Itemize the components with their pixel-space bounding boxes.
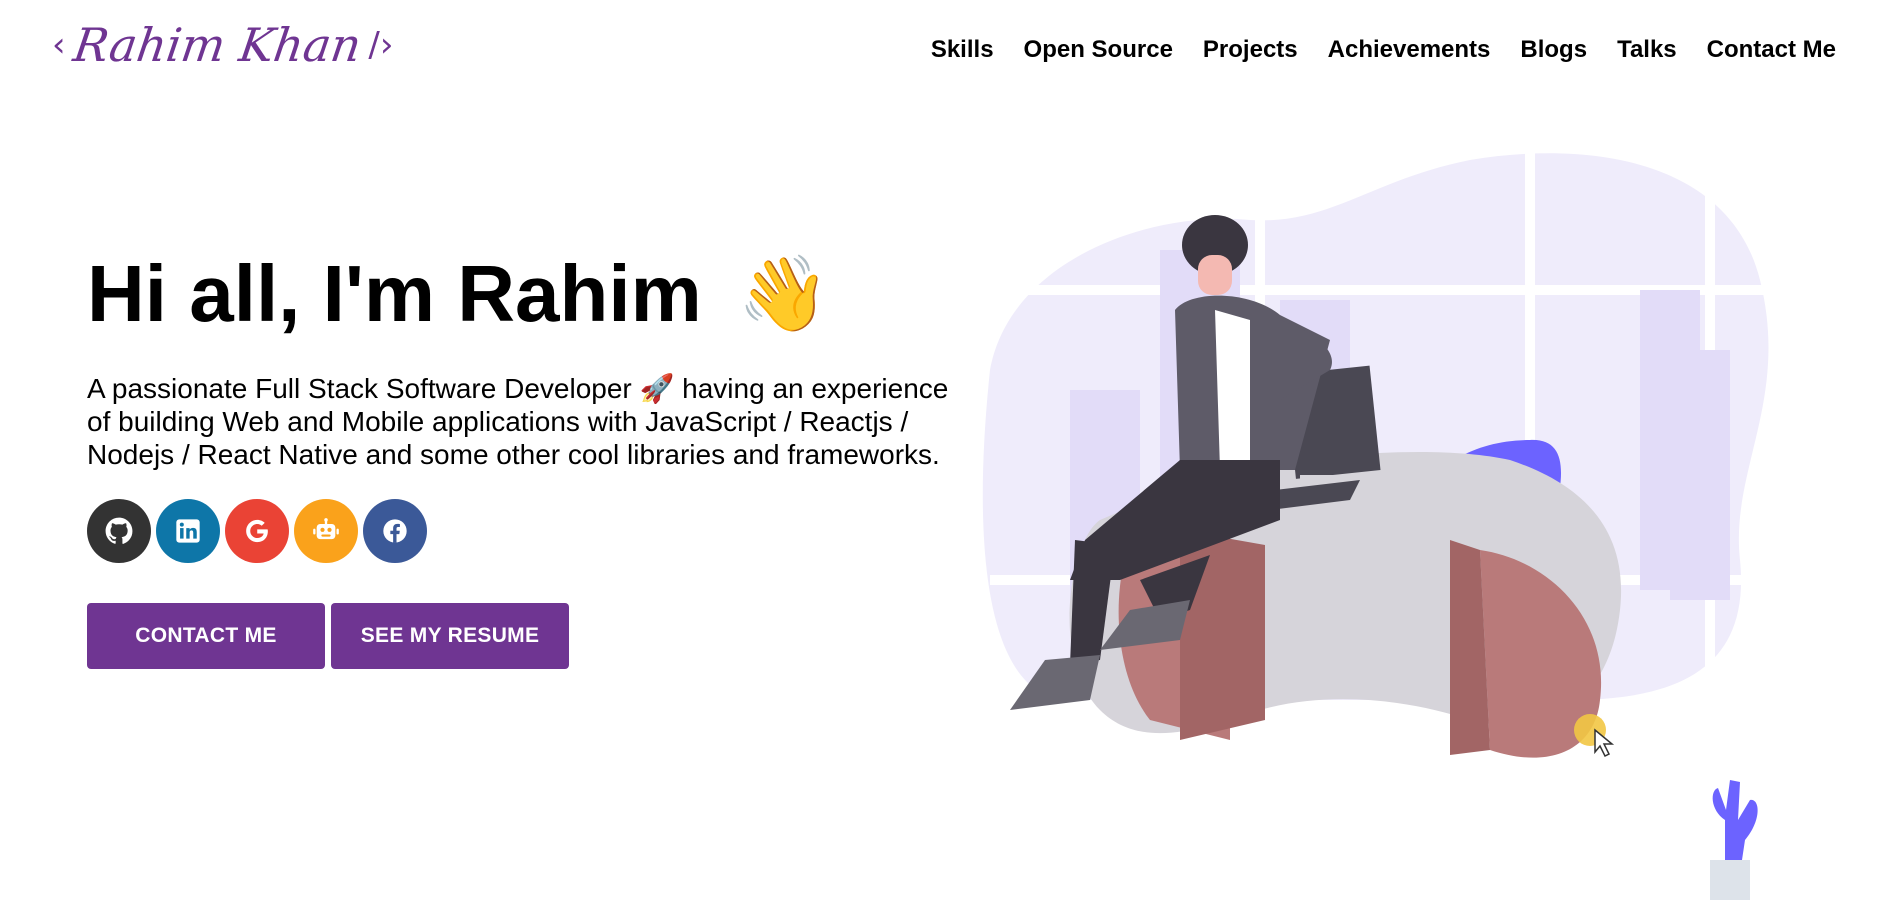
logo-open-bracket: ‹ <box>52 25 66 65</box>
logo-close-bracket: /› <box>368 25 394 65</box>
nav-contact-me[interactable]: Contact Me <box>1692 30 1851 70</box>
hero-subtitle: A passionate Full Stack Software Develop… <box>87 373 949 470</box>
cactus-plant <box>1710 780 1758 900</box>
robot-link[interactable] <box>294 499 358 563</box>
google-icon <box>246 519 268 543</box>
robot-icon <box>313 518 339 540</box>
social-links <box>87 499 957 563</box>
nav-projects[interactable]: Projects <box>1188 30 1313 70</box>
facebook-icon <box>383 519 407 543</box>
linkedin-link[interactable] <box>156 499 220 563</box>
portfolio-page: ‹ Rahim Khan /› Skills Open Source Proje… <box>0 0 1881 912</box>
logo-name: Rahim Khan <box>69 18 365 72</box>
nav-achievements[interactable]: Achievements <box>1313 30 1506 70</box>
nav-open-source[interactable]: Open Source <box>1009 30 1188 70</box>
nav-blogs[interactable]: Blogs <box>1505 30 1602 70</box>
developer-at-desk-illustration <box>982 140 1770 900</box>
nav-skills[interactable]: Skills <box>916 30 1009 70</box>
see-resume-button[interactable]: SEE MY RESUME <box>331 603 569 669</box>
github-link[interactable] <box>87 499 151 563</box>
nav-talks[interactable]: Talks <box>1602 30 1692 70</box>
github-icon <box>105 517 133 544</box>
hero-title-text: Hi all, I'm Rahim <box>87 249 702 338</box>
waving-hand-icon: 👋 <box>737 252 830 335</box>
facebook-link[interactable] <box>363 499 427 563</box>
hero-buttons: CONTACT ME SEE MY RESUME <box>87 603 957 669</box>
main-nav: Skills Open Source Projects Achievements… <box>916 30 1851 70</box>
cursor-pointer-icon <box>1574 714 1615 758</box>
hero-section: Hi all, I'm Rahim 👋 A passionate Full St… <box>87 250 957 669</box>
site-header: ‹ Rahim Khan /› Skills Open Source Proje… <box>0 0 1881 100</box>
contact-me-button[interactable]: CONTACT ME <box>87 603 325 669</box>
google-link[interactable] <box>225 499 289 563</box>
logo-link[interactable]: ‹ Rahim Khan /› <box>44 10 401 80</box>
hero-title: Hi all, I'm Rahim 👋 <box>87 250 957 338</box>
linkedin-icon <box>176 519 200 543</box>
